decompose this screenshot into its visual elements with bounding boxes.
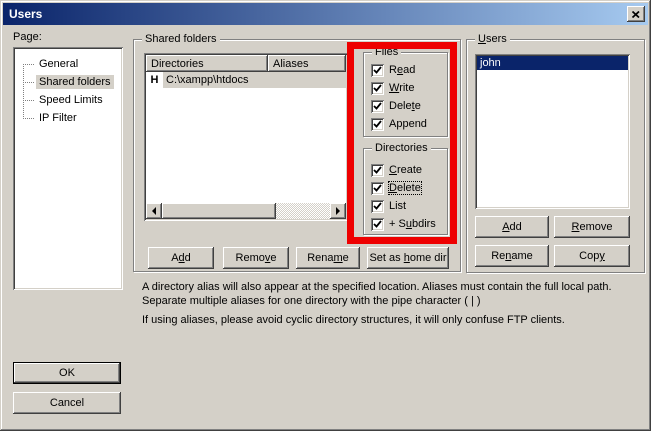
alias-notes: A directory alias will also appear at th… [142, 280, 650, 332]
copy-user-button[interactable]: Copy [554, 245, 630, 267]
directories-permissions-group: Directories Create Delete List + Subdirs [363, 148, 448, 235]
checkbox-label: Append [389, 118, 427, 130]
user-list-item[interactable]: john [477, 56, 628, 70]
set-as-home-dir-button[interactable]: Set as home dir [367, 247, 449, 269]
checkbox-label: Create [389, 164, 422, 176]
checkbox-files-append[interactable]: Append [371, 115, 445, 133]
horizontal-scrollbar[interactable] [146, 203, 346, 219]
users-list[interactable]: john [475, 54, 630, 209]
rename-folder-button[interactable]: Rename [296, 247, 360, 269]
checkbox-icon[interactable] [371, 200, 384, 213]
files-group-label: Files [372, 46, 401, 58]
users-dialog: Users Page: General Shared folders Speed… [0, 0, 651, 431]
table-row[interactable]: H C:\xampp\htdocs [146, 72, 346, 88]
arrow-left-icon [148, 207, 156, 215]
checkbox-label: + Subdirs [389, 218, 436, 230]
checkbox-icon[interactable] [371, 100, 384, 113]
alias-note-line: A directory alias will also appear at th… [142, 280, 650, 308]
column-header-directories[interactable]: Directories [146, 55, 268, 72]
cancel-button[interactable]: Cancel [13, 392, 121, 414]
scroll-right-button[interactable] [330, 203, 346, 219]
checkbox-dirs-subdirs[interactable]: + Subdirs [371, 215, 445, 233]
page-item-label: Shared folders [36, 75, 114, 89]
home-flag: H [146, 72, 163, 88]
directories-group-label: Directories [372, 142, 431, 154]
checkbox-icon[interactable] [371, 218, 384, 231]
page-label: Page: [13, 31, 42, 43]
checkbox-icon[interactable] [371, 64, 384, 77]
checkbox-icon[interactable] [371, 182, 384, 195]
remove-user-button[interactable]: Remove [554, 216, 630, 238]
close-button[interactable] [627, 6, 645, 22]
checkbox-files-read[interactable]: Read [371, 61, 445, 79]
shared-folders-group-label: Shared folders [142, 33, 220, 45]
checkbox-files-write[interactable]: Write [371, 79, 445, 97]
checkbox-label: Read [389, 64, 415, 76]
remove-folder-button[interactable]: Remove [223, 247, 289, 269]
add-folder-button[interactable]: Add [148, 247, 214, 269]
page-item-label: Speed Limits [36, 93, 106, 107]
title-bar[interactable]: Users [3, 3, 648, 25]
checkbox-dirs-create[interactable]: Create [371, 161, 445, 179]
checkbox-label: Write [389, 82, 414, 94]
alias-note-line: If using aliases, please avoid cyclic di… [142, 313, 650, 327]
page-item-speed-limits[interactable]: Speed Limits [15, 91, 121, 109]
page-item-general[interactable]: General [15, 55, 121, 73]
arrow-right-icon [336, 207, 344, 215]
scroll-left-button[interactable] [146, 203, 162, 219]
checkbox-label: List [389, 200, 406, 212]
checkbox-dirs-delete[interactable]: Delete [371, 179, 445, 197]
checkbox-files-delete[interactable]: Delete [371, 97, 445, 115]
checkbox-label: Delete [389, 100, 421, 112]
window-title: Users [9, 7, 42, 21]
page-list[interactable]: General Shared folders Speed Limits IP F… [13, 47, 123, 290]
checkbox-icon[interactable] [371, 82, 384, 95]
directories-listview[interactable]: Directories Aliases H C:\xampp\htdocs [144, 53, 348, 221]
users-group-label: Users [475, 33, 510, 45]
users-group: Users john Add Remove Rename Copy [466, 39, 645, 273]
checkbox-icon[interactable] [371, 164, 384, 177]
files-permissions-group: Files Read Write Delete Append [363, 52, 448, 137]
ok-button[interactable]: OK [13, 362, 121, 384]
scrollbar-thumb[interactable] [162, 203, 276, 219]
column-header-aliases[interactable]: Aliases [268, 55, 346, 72]
checkbox-icon[interactable] [371, 118, 384, 131]
page-item-label: IP Filter [36, 111, 80, 125]
directory-path: C:\xampp\htdocs [163, 72, 346, 88]
page-item-label: General [36, 57, 81, 71]
checkbox-label: Delete [389, 182, 421, 194]
page-item-ip-filter[interactable]: IP Filter [15, 109, 121, 127]
page-item-shared-folders[interactable]: Shared folders [15, 73, 121, 91]
add-user-button[interactable]: Add [475, 216, 549, 238]
close-icon [632, 7, 640, 21]
checkbox-dirs-list[interactable]: List [371, 197, 445, 215]
rename-user-button[interactable]: Rename [475, 245, 549, 267]
